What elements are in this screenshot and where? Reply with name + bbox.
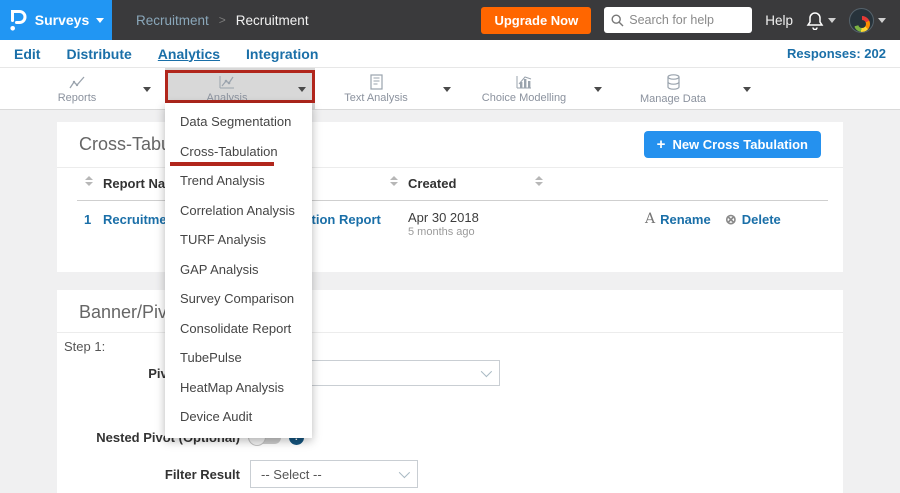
toolbar-label: Analysis <box>206 91 248 104</box>
annotation-underline-cross-tabulation <box>170 162 274 166</box>
breadcrumb: Recruitment > Recruitment <box>136 13 309 28</box>
toolbar-label: Text Analysis <box>344 92 408 104</box>
nav-distribute[interactable]: Distribute <box>66 46 131 62</box>
choice-modelling-button[interactable]: Choice Modelling <box>463 68 585 110</box>
brand-logo-icon <box>10 9 27 31</box>
manage-data-button[interactable]: Manage Data <box>612 68 734 110</box>
search-input[interactable] <box>629 13 745 27</box>
sort-icon[interactable] <box>390 176 398 186</box>
account-menu[interactable] <box>849 7 886 33</box>
filter-result-select[interactable]: -- Select -- <box>250 460 418 488</box>
menu-item-tubepulse[interactable]: TubePulse <box>165 343 312 373</box>
toolbar-group-reports: Reports <box>20 68 160 110</box>
menu-item-turf-analysis[interactable]: TURF Analysis <box>165 225 312 255</box>
filter-result-label: Filter Result <box>164 466 240 482</box>
filter-result-value: -- Select -- <box>261 466 322 482</box>
avatar <box>849 7 874 33</box>
analytics-toolbar: Reports Analysis Text Analysis Choice Mo… <box>0 68 900 110</box>
menu-item-survey-comparison[interactable]: Survey Comparison <box>165 284 312 314</box>
text-analysis-button[interactable]: Text Analysis <box>318 68 434 110</box>
survey-nav: Edit Distribute Analytics Integration Re… <box>0 40 900 68</box>
analysis-dropdown-menu: Data Segmentation Cross-Tabulation Trend… <box>165 103 312 438</box>
breadcrumb-separator: > <box>218 13 226 27</box>
scatter-chart-icon <box>219 75 234 88</box>
toolbar-group-text-analysis: Text Analysis <box>318 68 460 110</box>
toolbar-group-manage-data: Manage Data <box>612 68 760 110</box>
chevron-down-icon <box>878 17 886 23</box>
top-bar: Surveys Recruitment > Recruitment Upgrad… <box>0 0 900 40</box>
column-header-created[interactable]: Created <box>408 176 456 191</box>
plus-icon: + <box>656 136 666 153</box>
nav-edit[interactable]: Edit <box>14 46 40 62</box>
menu-item-consolidate-report[interactable]: Consolidate Report <box>165 314 312 344</box>
menu-item-correlation-analysis[interactable]: Correlation Analysis <box>165 196 312 226</box>
menu-item-heatmap-analysis[interactable]: HeatMap Analysis <box>165 373 312 403</box>
text-doc-icon <box>369 74 383 90</box>
sort-icon[interactable] <box>535 176 543 186</box>
choice-modelling-dropdown-caret[interactable] <box>585 68 611 110</box>
breadcrumb-parent[interactable]: Recruitment <box>136 13 209 28</box>
rename-button[interactable]: A Rename <box>645 211 711 227</box>
row-index: 1 <box>84 212 92 227</box>
nav-integration[interactable]: Integration <box>246 46 318 62</box>
new-cross-tabulation-label: New Cross Tabulation <box>672 137 808 152</box>
upgrade-now-button[interactable]: Upgrade Now <box>481 6 592 34</box>
reports-button[interactable]: Reports <box>20 68 134 110</box>
text-analysis-dropdown-caret[interactable] <box>434 68 460 110</box>
toolbar-label: Choice Modelling <box>481 91 567 104</box>
chevron-down-icon <box>96 17 105 23</box>
search-icon <box>611 13 624 26</box>
created-date: Apr 30 2018 <box>408 210 479 225</box>
reports-dropdown-caret[interactable] <box>134 68 160 110</box>
delete-label: Delete <box>741 212 781 227</box>
menu-item-device-audit[interactable]: Device Audit <box>165 402 312 432</box>
step-label: Step 1: <box>64 339 106 354</box>
created-ago: 5 months ago <box>408 226 475 238</box>
responses-count[interactable]: Responses: 202 <box>787 46 886 61</box>
filter-result-row: Filter Result -- Select -- <box>57 460 418 488</box>
bell-icon <box>806 11 824 30</box>
chevron-down-icon <box>828 17 836 23</box>
topbar-right-group: Upgrade Now Help <box>481 6 900 34</box>
menu-item-data-segmentation[interactable]: Data Segmentation <box>165 107 312 137</box>
nav-analytics[interactable]: Analytics <box>158 46 220 62</box>
surveys-product-menu[interactable]: Surveys <box>0 0 112 40</box>
database-icon <box>666 73 680 90</box>
toolbar-group-choice-modelling: Choice Modelling <box>463 68 611 110</box>
delete-button[interactable]: ⊗ Delete <box>725 211 781 228</box>
sort-icon[interactable] <box>85 176 93 186</box>
letter-a-icon: A <box>645 211 656 227</box>
rename-label: Rename <box>660 211 711 227</box>
product-menu-label: Surveys <box>34 12 90 28</box>
menu-item-gap-analysis[interactable]: GAP Analysis <box>165 255 312 285</box>
toolbar-label: Manage Data <box>639 92 707 105</box>
chevron-down-icon <box>398 466 411 479</box>
help-link[interactable]: Help <box>765 13 793 28</box>
breadcrumb-current: Recruitment <box>235 12 309 28</box>
toolbar-label: Reports <box>57 91 97 104</box>
bar-chart-icon <box>516 75 531 88</box>
manage-data-dropdown-caret[interactable] <box>734 68 760 110</box>
chevron-down-icon <box>480 365 493 378</box>
menu-item-trend-analysis[interactable]: Trend Analysis <box>165 166 312 196</box>
help-search-box[interactable] <box>604 7 753 33</box>
notifications-menu[interactable] <box>806 11 836 30</box>
circle-x-icon: ⊗ <box>725 211 737 227</box>
new-cross-tabulation-button[interactable]: + New Cross Tabulation <box>643 131 821 158</box>
line-chart-icon <box>68 76 84 88</box>
